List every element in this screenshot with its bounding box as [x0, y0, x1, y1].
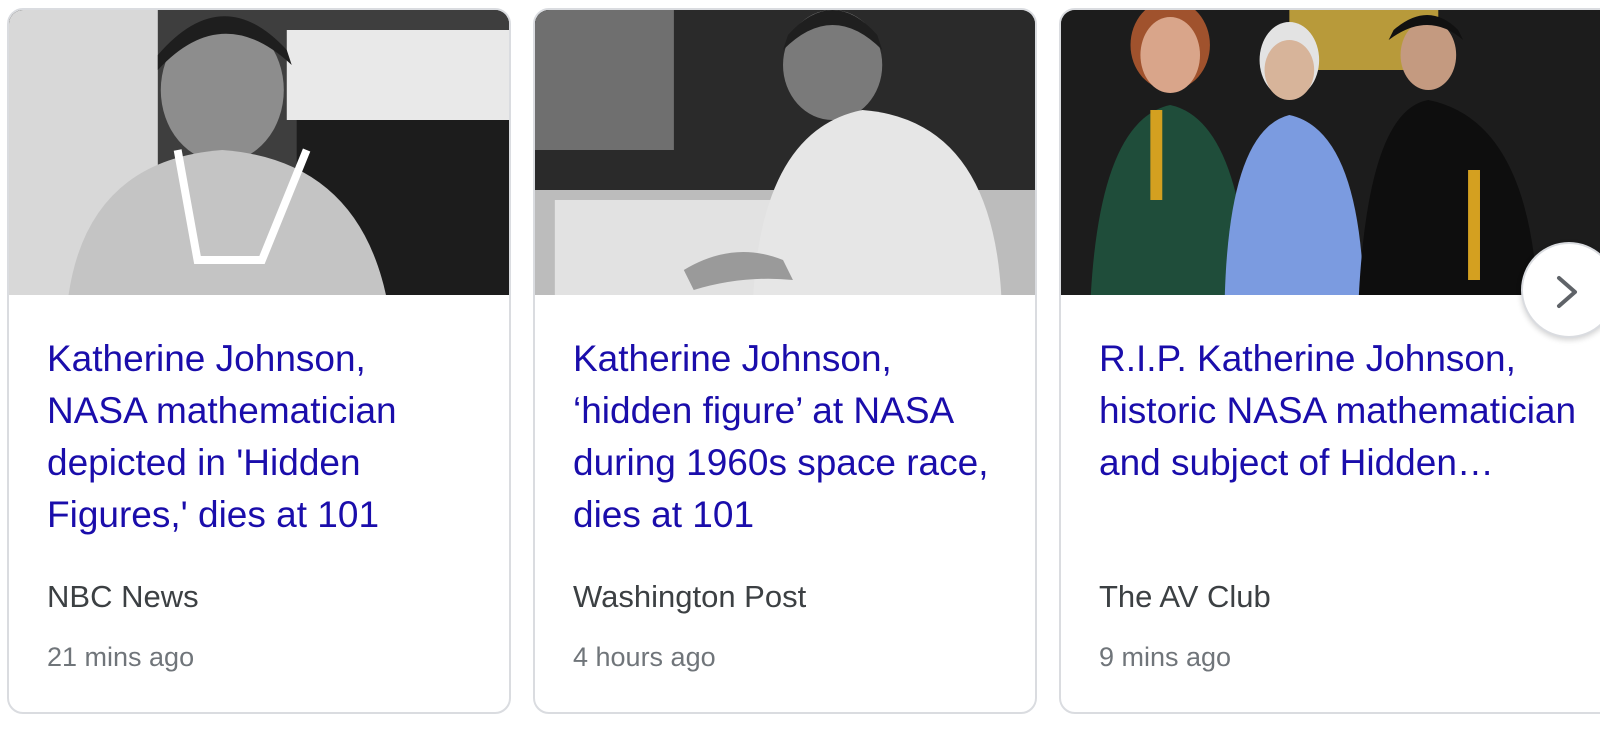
news-headline[interactable]: R.I.P. Katherine Johnson, historic NASA … — [1099, 333, 1579, 541]
news-timestamp: 21 mins ago — [47, 642, 195, 672]
news-thumbnail[interactable] — [535, 10, 1035, 295]
news-headline[interactable]: Katherine Johnson, NASA mathematician de… — [47, 333, 471, 541]
bw-portrait-image — [9, 10, 509, 295]
news-timestamp: 4 hours ago — [573, 642, 716, 672]
news-source: NBC News — [47, 579, 199, 614]
chevron-right-icon — [1557, 276, 1577, 308]
bw-writing-image — [535, 10, 1035, 295]
color-group-image — [1061, 10, 1600, 295]
top-stories-carousel: Katherine Johnson, NASA mathematician de… — [0, 0, 1600, 734]
news-timestamp: 9 mins ago — [1099, 642, 1232, 672]
news-headline[interactable]: Katherine Johnson, ‘hidden figure’ at NA… — [573, 333, 997, 541]
news-source: The AV Club — [1099, 579, 1271, 614]
news-source: Washington Post — [573, 579, 807, 614]
news-thumbnail[interactable] — [9, 10, 509, 295]
news-card[interactable]: Katherine Johnson, NASA mathematician de… — [7, 8, 511, 714]
news-card[interactable]: R.I.P. Katherine Johnson, historic NASA … — [1059, 8, 1600, 714]
news-thumbnail[interactable] — [1061, 10, 1600, 295]
news-card[interactable]: Katherine Johnson, ‘hidden figure’ at NA… — [533, 8, 1037, 714]
